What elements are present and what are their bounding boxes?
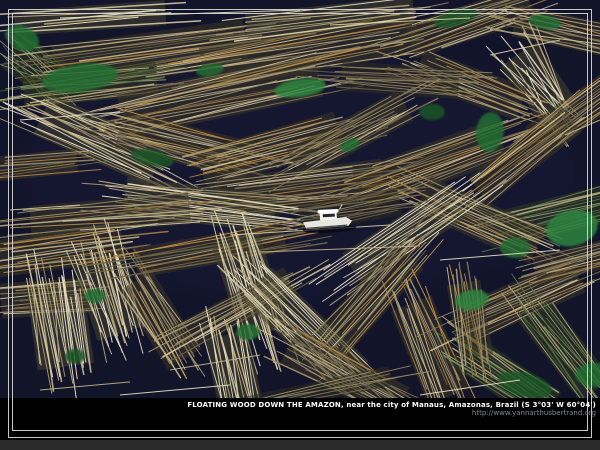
boat-windows (323, 214, 335, 218)
aerial-photo-amazon-log-rafts (0, 0, 600, 450)
caption: FLOATING WOOD DOWN THE AMAZON, near the … (187, 401, 596, 417)
wallpaper: FLOATING WOOD DOWN THE AMAZON, near the … (0, 0, 600, 450)
caption-title: FLOATING WOOD DOWN THE AMAZON, near the … (187, 401, 596, 409)
vegetation-patch (419, 104, 445, 120)
bottom-strip (0, 440, 600, 450)
caption-url: http://www.yannarthusbertrand.org (187, 409, 596, 417)
vegetation-patch (85, 289, 105, 303)
vegetation-patch (65, 349, 85, 363)
vegetation-patch (236, 324, 260, 340)
